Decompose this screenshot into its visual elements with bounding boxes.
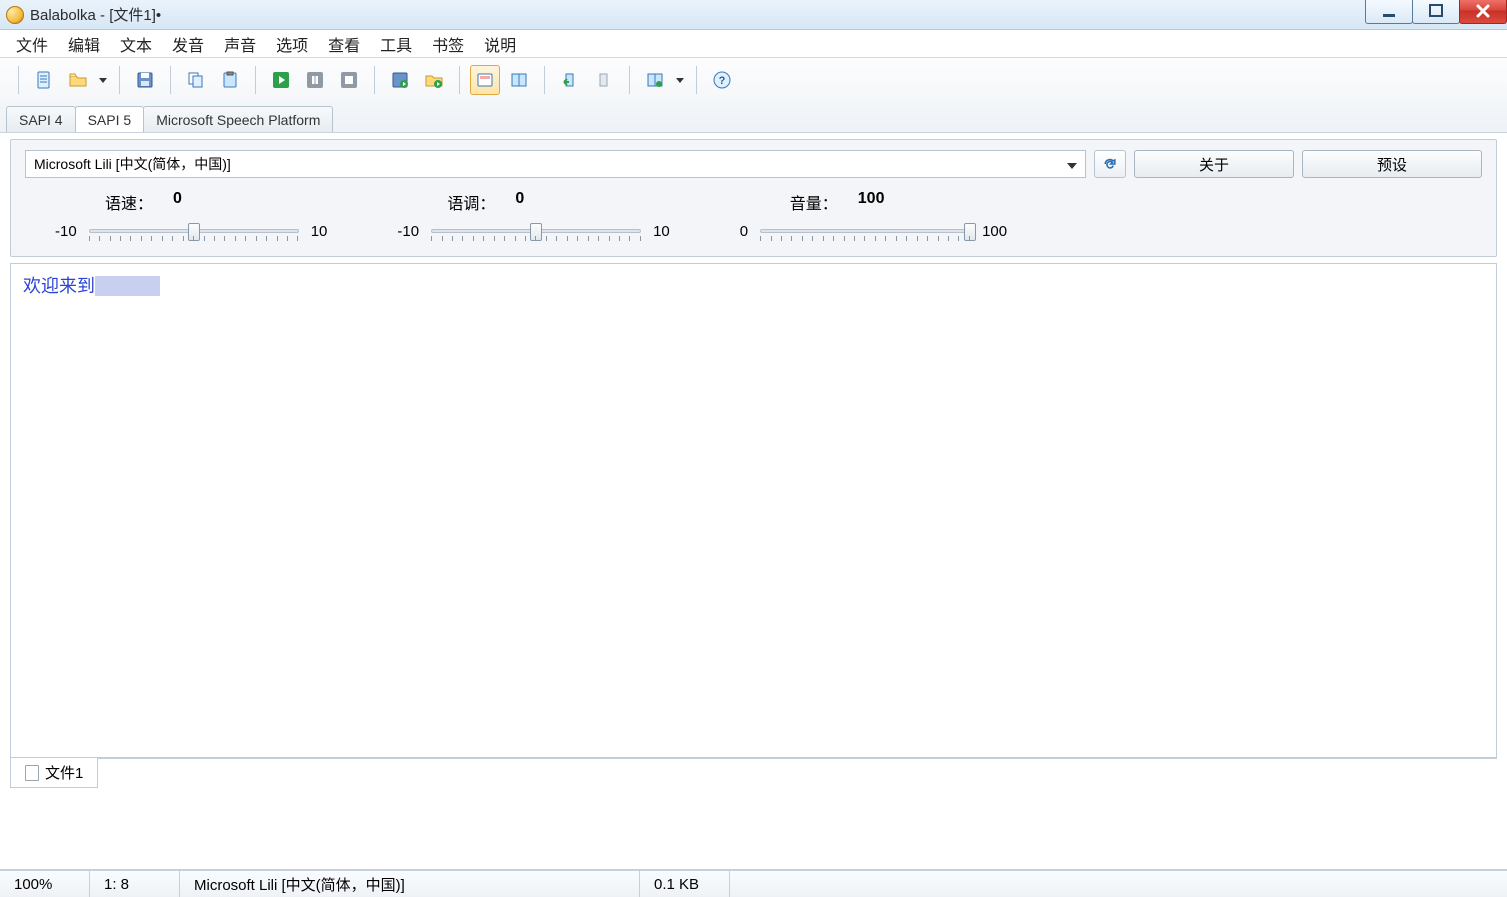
tab-sapi4[interactable]: SAPI 4	[6, 106, 76, 132]
menu-speech[interactable]: 发音	[162, 29, 214, 59]
toolbar: ? SAPI 4 SAPI 5 Microsoft Speech Platfor…	[0, 58, 1507, 133]
menu-view[interactable]: 查看	[318, 29, 370, 59]
window-controls	[1366, 0, 1507, 24]
play-button[interactable]	[266, 65, 296, 95]
document-tab[interactable]: 文件1	[10, 758, 98, 788]
save-button[interactable]	[130, 65, 160, 95]
dictionary-dropdown[interactable]	[674, 65, 686, 95]
highlight-read-button[interactable]	[470, 65, 500, 95]
rate-min: -10	[55, 223, 77, 240]
dictionary-button[interactable]	[640, 65, 670, 95]
title-bar: Balabolka - [文件1]•	[0, 0, 1507, 30]
app-icon	[6, 6, 24, 24]
tab-ms-speech-platform[interactable]: Microsoft Speech Platform	[143, 106, 333, 132]
menu-edit[interactable]: 编辑	[58, 29, 110, 59]
status-spacer	[730, 871, 1507, 897]
menu-options[interactable]: 选项	[266, 29, 318, 59]
rate-slider[interactable]	[89, 220, 299, 242]
help-button[interactable]: ?	[707, 65, 737, 95]
engine-tabs: SAPI 4 SAPI 5 Microsoft Speech Platform	[0, 102, 1507, 132]
menu-voice[interactable]: 声音	[214, 29, 266, 59]
pitch-value: 0	[515, 190, 524, 214]
menu-file[interactable]: 文件	[6, 29, 58, 59]
svg-text:?: ?	[719, 75, 726, 87]
rate-label: 语速：	[105, 190, 153, 214]
status-bar: 100% 1: 8 Microsoft Lili [中文(简体，中国)] 0.1…	[0, 869, 1507, 897]
next-bookmark-button[interactable]	[589, 65, 619, 95]
new-file-button[interactable]	[29, 65, 59, 95]
refresh-voices-button[interactable]	[1094, 150, 1126, 178]
volume-max: 100	[982, 223, 1007, 240]
menu-bar: 文件 编辑 文本 发音 声音 选项 查看 工具 书签 说明	[0, 30, 1507, 58]
sliders-row: 语速： 0 -10 10 语调： 0 -10	[25, 190, 1482, 242]
pitch-slider[interactable]	[431, 220, 641, 242]
stop-button[interactable]	[334, 65, 364, 95]
status-size: 0.1 KB	[640, 871, 730, 897]
save-audio-button[interactable]	[385, 65, 415, 95]
tab-sapi5[interactable]: SAPI 5	[75, 106, 145, 132]
about-voice-button[interactable]: 关于	[1134, 150, 1294, 178]
document-tab-label: 文件1	[45, 762, 83, 783]
volume-slider[interactable]	[760, 220, 970, 242]
preset-button[interactable]: 预设	[1302, 150, 1482, 178]
convert-files-button[interactable]	[419, 65, 449, 95]
menu-tools[interactable]: 工具	[370, 29, 422, 59]
document-icon	[25, 765, 39, 781]
status-zoom[interactable]: 100%	[0, 871, 90, 897]
copy-button[interactable]	[181, 65, 211, 95]
status-cursor: 1: 8	[90, 871, 180, 897]
volume-min: 0	[740, 223, 748, 240]
menu-bookmarks[interactable]: 书签	[422, 29, 474, 59]
editor-selection	[95, 276, 160, 296]
pitch-max: 10	[653, 223, 670, 240]
paste-button[interactable]	[215, 65, 245, 95]
rate-group: 语速： 0 -10 10	[55, 190, 327, 242]
status-voice: Microsoft Lili [中文(简体，中国)]	[180, 871, 640, 897]
document-tabs: 文件1	[10, 758, 1497, 788]
read-clipboard-button[interactable]	[504, 65, 534, 95]
chevron-down-icon	[1067, 156, 1077, 172]
pitch-group: 语调： 0 -10 10	[397, 190, 669, 242]
minimize-button[interactable]	[1365, 0, 1413, 24]
menu-text[interactable]: 文本	[110, 29, 162, 59]
maximize-button[interactable]	[1412, 0, 1460, 24]
volume-group: 音量： 100 0 100	[740, 190, 1007, 242]
rate-max: 10	[311, 223, 328, 240]
pause-button[interactable]	[300, 65, 330, 95]
open-file-dropdown[interactable]	[97, 65, 109, 95]
volume-value: 100	[858, 190, 885, 214]
editor-text: 欢迎来到	[23, 276, 95, 296]
window-title: Balabolka - [文件1]•	[30, 4, 161, 25]
open-file-button[interactable]	[63, 65, 93, 95]
voice-select[interactable]: Microsoft Lili [中文(简体，中国)]	[25, 150, 1086, 178]
text-editor[interactable]: 欢迎来到	[10, 263, 1497, 758]
menu-help[interactable]: 说明	[474, 29, 526, 59]
pitch-min: -10	[397, 223, 419, 240]
voice-panel: Microsoft Lili [中文(简体，中国)] 关于 预设 语速： 0 -…	[10, 139, 1497, 257]
volume-label: 音量：	[790, 190, 838, 214]
voice-select-value: Microsoft Lili [中文(简体，中国)]	[34, 154, 231, 174]
pitch-label: 语调：	[447, 190, 495, 214]
close-button[interactable]	[1459, 0, 1507, 24]
rate-value: 0	[173, 190, 182, 214]
prev-bookmark-button[interactable]	[555, 65, 585, 95]
